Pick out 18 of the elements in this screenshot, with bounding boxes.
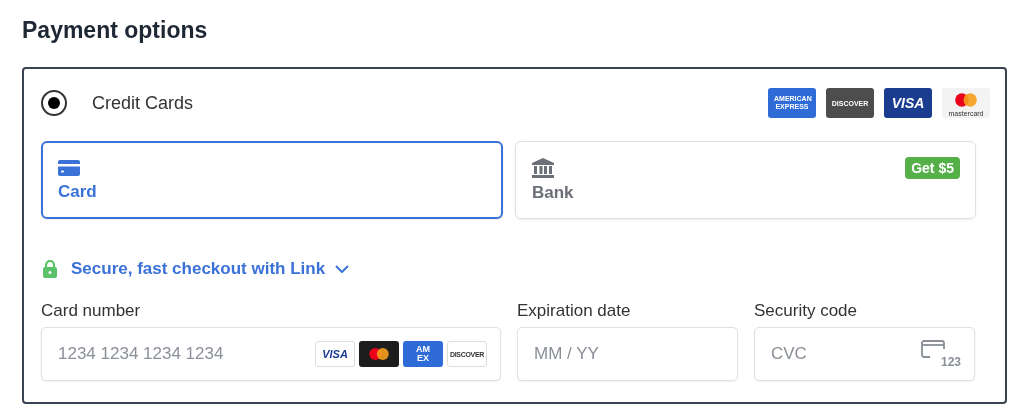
card-icon	[58, 158, 80, 177]
field-label: Card number	[41, 301, 142, 319]
lock-icon	[43, 260, 57, 278]
promo-badge: Get $5	[905, 157, 960, 179]
bank-icon	[532, 158, 554, 178]
method-label: Credit Cards	[92, 92, 194, 114]
field-label: Security code	[754, 301, 858, 319]
card-tab[interactable]: Card	[41, 141, 503, 219]
amex-logo: AM EX	[403, 341, 443, 367]
field-label: Expiration date	[517, 301, 632, 319]
visa-logo: VISA	[315, 341, 355, 367]
radio-button[interactable]	[41, 90, 67, 116]
mastercard-logo	[359, 341, 399, 367]
expiry-field[interactable]: MM / YY	[517, 327, 738, 381]
link-checkout-button[interactable]: Secure, fast checkout with Link	[71, 259, 350, 279]
visa-logo: VISA	[884, 88, 932, 118]
page-title: Payment options	[22, 16, 209, 45]
bank-tab[interactable]: Bank Get $5	[515, 141, 976, 219]
